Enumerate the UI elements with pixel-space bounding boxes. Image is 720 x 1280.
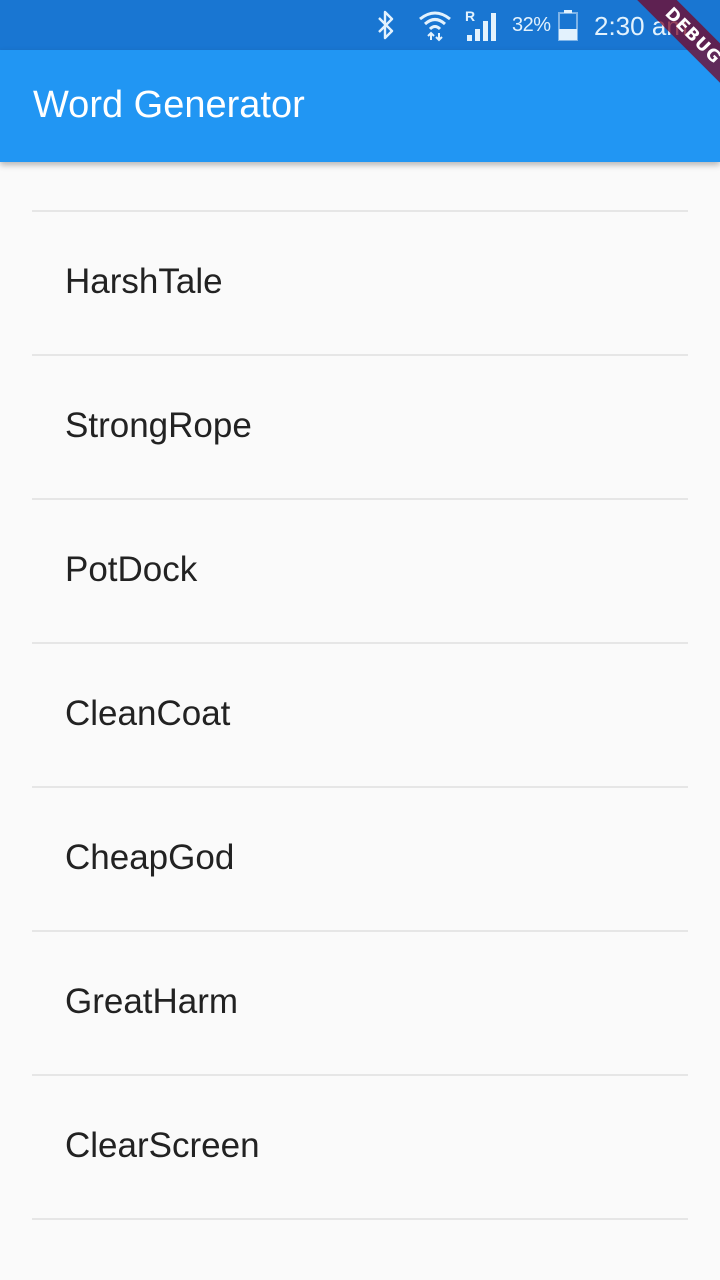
list-item[interactable]: CleanCoat bbox=[0, 644, 720, 786]
list-item-label: PotDock bbox=[65, 550, 198, 589]
list-item-label: CleanCoat bbox=[65, 694, 231, 733]
list-divider bbox=[32, 1218, 688, 1220]
cell-signal-icon: R bbox=[462, 0, 502, 50]
bluetooth-icon bbox=[372, 0, 400, 50]
list-item[interactable]: ClearScreen bbox=[0, 1076, 720, 1218]
page-title: Word Generator bbox=[33, 84, 305, 126]
status-time: 2:30 am bbox=[594, 11, 688, 41]
status-bar: R 32% 2:30 am bbox=[0, 0, 720, 50]
list-item[interactable]: GreatHarm bbox=[0, 932, 720, 1074]
svg-text:R: R bbox=[465, 8, 475, 24]
battery-percent: 32% bbox=[512, 14, 551, 36]
list-item-label: ClearScreen bbox=[65, 1126, 260, 1165]
wifi-icon bbox=[416, 0, 454, 50]
list-item[interactable]: PotDock bbox=[0, 500, 720, 642]
word-list[interactable]: HarshTale StrongRope PotDock CleanCoat C… bbox=[0, 162, 720, 1280]
list-item-label: GreatHarm bbox=[65, 982, 239, 1021]
list-item[interactable]: HarshTale bbox=[0, 212, 720, 354]
list-item[interactable]: StrongRope bbox=[0, 356, 720, 498]
list-item-label: CheapGod bbox=[65, 838, 235, 877]
list-item-label: StrongRope bbox=[65, 406, 252, 445]
list-item[interactable]: CheapGod bbox=[0, 788, 720, 930]
battery-icon bbox=[556, 0, 580, 50]
app-bar: Word Generator bbox=[0, 50, 720, 162]
list-item-label: HarshTale bbox=[65, 262, 223, 301]
